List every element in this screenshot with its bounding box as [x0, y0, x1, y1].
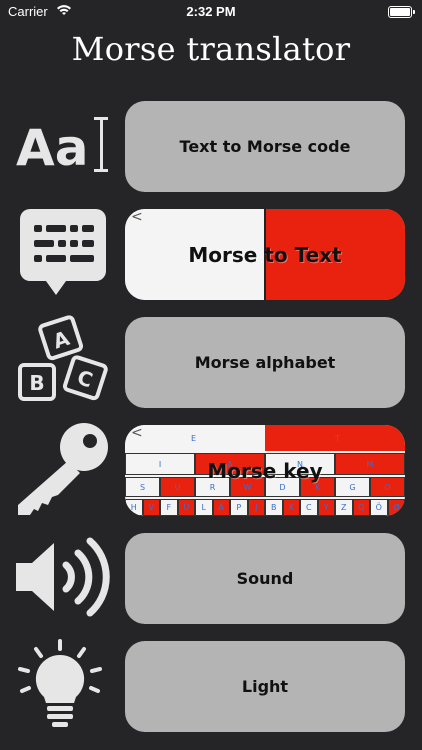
morse-to-text-button[interactable]: < Morse to Text: [125, 209, 405, 300]
key-icon: [8, 421, 112, 517]
block-c-letter: C: [74, 365, 95, 392]
morse-alphabet-label: Morse alphabet: [194, 353, 336, 372]
alphabet-blocks-icon: A B C: [8, 313, 112, 409]
morse-key-button[interactable]: E T < I A N M S U R W D K G O H V F Ü L …: [125, 425, 405, 516]
sound-button[interactable]: Sound: [125, 533, 405, 624]
row-morse-alphabet: A B C Morse alphabet: [0, 313, 422, 409]
morse-alphabet-button[interactable]: Morse alphabet: [125, 317, 405, 408]
battery-icon: [388, 6, 415, 18]
block-b-letter: B: [29, 371, 44, 395]
lightbulb-icon: [8, 637, 112, 733]
block-a-letter: A: [50, 326, 73, 354]
status-bar: Carrier 2:32 PM: [0, 0, 422, 24]
row-morse-to-text: < Morse to Text: [0, 205, 422, 301]
text-format-icon: Aa: [8, 97, 112, 193]
clock: 2:32 PM: [186, 4, 236, 19]
row-sound: Sound: [0, 529, 422, 625]
morse-to-text-label: Morse to Text: [188, 242, 342, 267]
row-morse-key: E T < I A N M S U R W D K G O H V F Ü L …: [0, 421, 422, 517]
row-light: Light: [0, 637, 422, 733]
morse-message-icon: [8, 205, 112, 301]
light-label: Light: [241, 677, 289, 696]
speaker-icon: [8, 529, 112, 625]
light-button[interactable]: Light: [125, 641, 405, 732]
text-icon-glyph: Aa: [16, 119, 88, 177]
text-to-morse-label: Text to Morse code: [179, 137, 351, 156]
sound-label: Sound: [236, 569, 294, 588]
row-text-to-morse: Aa Text to Morse code: [0, 97, 422, 193]
text-to-morse-button[interactable]: Text to Morse code: [125, 101, 405, 192]
page-title: Morse translator: [71, 30, 351, 68]
morse-key-label: Morse key: [207, 458, 323, 483]
